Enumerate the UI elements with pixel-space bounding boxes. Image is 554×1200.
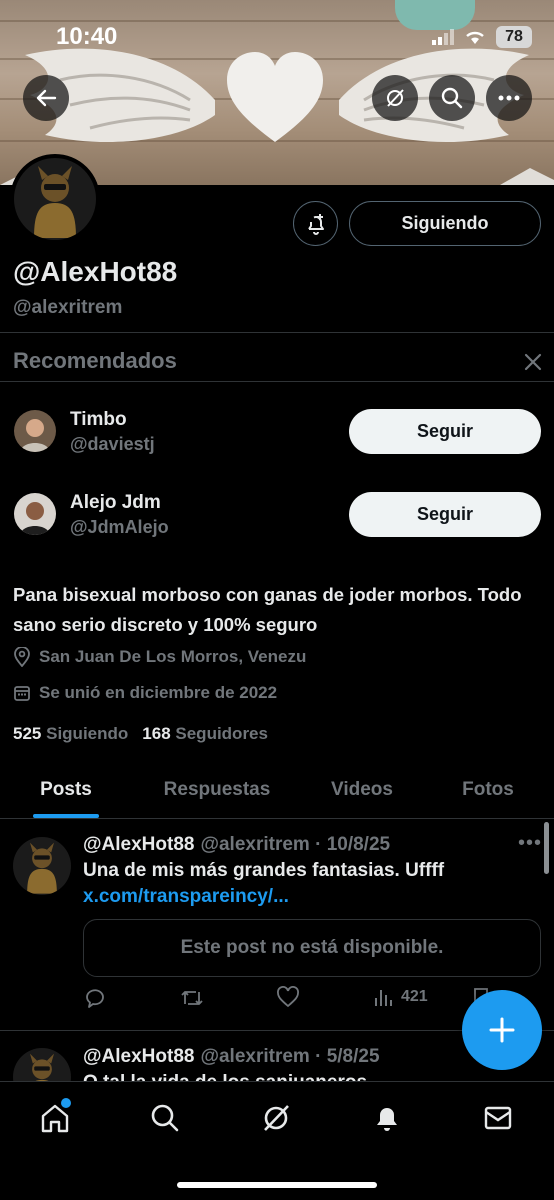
post-author-name[interactable]: @AlexHot88	[83, 1046, 194, 1068]
post-handle-date: @alexritrem · 5/8/25	[200, 1046, 380, 1067]
grok-button[interactable]	[372, 75, 418, 121]
tab-label: Posts	[40, 779, 92, 800]
post-avatar[interactable]	[13, 837, 71, 895]
tab-label: Fotos	[462, 779, 514, 800]
recommended-title: Recomendados	[13, 348, 177, 373]
joined-text: Se unió en diciembre de 2022	[39, 683, 278, 702]
wifi-icon	[466, 31, 484, 44]
more-button[interactable]	[486, 75, 532, 121]
mail-icon	[484, 1106, 512, 1130]
tab-posts[interactable]: Posts	[0, 762, 132, 818]
recommended-user[interactable]: Alejo Jdm @JdmAlejo Seguir	[0, 485, 554, 545]
plus-icon	[489, 1017, 515, 1043]
recommended-handle: @JdmAlejo	[70, 517, 169, 537]
search-icon	[441, 87, 463, 109]
back-button[interactable]	[23, 75, 69, 121]
repost-icon	[181, 991, 203, 1005]
recommended-avatar	[14, 410, 56, 452]
profile-bio: Pana bisexual morboso con ganas de joder…	[13, 584, 522, 635]
close-icon	[524, 353, 542, 371]
reply-button[interactable]	[83, 986, 107, 1010]
post-link[interactable]: x.com/transpareincy/...	[83, 886, 289, 908]
heart-icon	[277, 986, 299, 1008]
grok-icon	[264, 1105, 289, 1131]
followers-count: 168	[142, 724, 171, 743]
views-button[interactable]: 421	[373, 986, 428, 1008]
notify-button[interactable]	[293, 201, 338, 246]
post-header: @AlexHot88 @alexritrem · 5/8/25	[83, 1046, 380, 1068]
tab-respuestas[interactable]: Respuestas	[132, 762, 302, 818]
bell-plus-icon	[307, 213, 324, 235]
like-button[interactable]	[276, 986, 300, 1008]
divider	[0, 818, 554, 819]
recommended-handle: @daviestj	[70, 434, 155, 454]
follow-counts: 525 Siguiendo 168 Seguidores	[13, 724, 268, 744]
followers-link[interactable]: 168 Seguidores	[142, 724, 268, 744]
profile-handle: @alexritrem	[13, 297, 123, 318]
status-icons: 78	[432, 22, 532, 52]
following-link[interactable]: 525 Siguiendo	[13, 724, 128, 744]
signal-icon	[432, 29, 454, 45]
following-button[interactable]: Siguiendo	[349, 201, 541, 246]
bell-icon	[377, 1108, 397, 1131]
profile-avatar[interactable]	[10, 154, 100, 244]
unavailable-quote-card: Este post no está disponible.	[83, 919, 541, 977]
location-pin-icon	[14, 647, 30, 667]
calendar-icon	[14, 686, 30, 701]
profile-location: San Juan De Los Morros, Venezu	[13, 647, 306, 667]
avatar-figure-image	[14, 158, 96, 240]
notification-dot	[61, 1098, 71, 1108]
tab-videos[interactable]: Videos	[302, 762, 422, 818]
tab-label: Videos	[331, 779, 393, 800]
divider	[0, 332, 554, 333]
reply-icon	[86, 989, 104, 1008]
nav-home[interactable]	[33, 1096, 77, 1140]
recommended-avatar	[14, 493, 56, 535]
nav-search[interactable]	[143, 1096, 187, 1140]
views-count: 421	[401, 988, 428, 1005]
battery-indicator: 78	[496, 26, 532, 48]
back-arrow-icon	[36, 89, 57, 107]
post-author-name[interactable]: @AlexHot88	[83, 834, 194, 856]
profile-display-name: @AlexHot88	[13, 256, 178, 287]
recommended-user[interactable]: Timbo @daviestj Seguir	[0, 402, 554, 462]
follow-button[interactable]: Seguir	[349, 409, 541, 454]
heart-image	[227, 52, 323, 142]
dismiss-recommended-button[interactable]	[522, 351, 544, 378]
post-more-button[interactable]: •••	[518, 832, 542, 855]
tab-label: Respuestas	[163, 779, 271, 800]
divider	[0, 381, 554, 382]
more-icon	[498, 95, 520, 101]
scrollbar[interactable]	[544, 822, 549, 874]
following-label: Siguiendo	[46, 724, 129, 743]
nav-notifications[interactable]	[365, 1096, 409, 1140]
follow-button[interactable]: Seguir	[349, 492, 541, 537]
home-indicator	[177, 1182, 377, 1188]
profile-tabs: Posts Respuestas Videos Fotos	[0, 762, 554, 818]
recommended-name: Timbo	[70, 409, 127, 430]
profile-joined: Se unió en diciembre de 2022	[13, 683, 277, 703]
grok-icon	[387, 89, 404, 107]
post-text: Una de mis más grandes fantasias. Uffff	[83, 860, 445, 881]
search-button[interactable]	[429, 75, 475, 121]
status-time: 10:40	[56, 23, 118, 50]
search-icon	[151, 1104, 179, 1132]
post-handle-date: @alexritrem · 10/8/25	[200, 834, 391, 855]
tab-fotos[interactable]: Fotos	[422, 762, 554, 818]
nav-grok[interactable]	[254, 1096, 298, 1140]
nav-messages[interactable]	[476, 1096, 520, 1140]
repost-button[interactable]	[179, 986, 205, 1010]
compose-button[interactable]	[462, 990, 542, 1070]
location-text: San Juan De Los Morros, Venezu	[39, 647, 307, 666]
post-header: @AlexHot88 @alexritrem · 10/8/25	[83, 834, 390, 856]
recommended-name: Alejo Jdm	[70, 492, 161, 513]
following-count: 525	[13, 724, 42, 743]
views-icon	[375, 990, 392, 1006]
followers-label: Seguidores	[175, 724, 268, 743]
